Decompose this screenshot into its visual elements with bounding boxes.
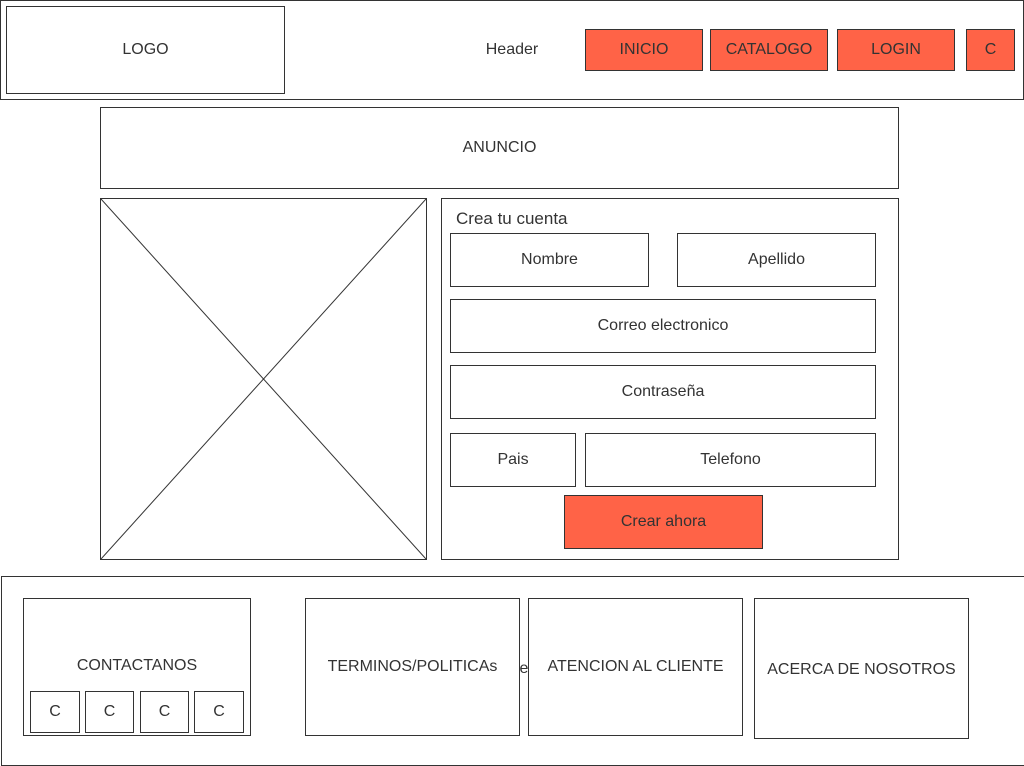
form-title: Crea tu cuenta <box>456 209 568 228</box>
image-placeholder <box>100 198 427 560</box>
last-name-field[interactable]: Apellido <box>677 233 876 287</box>
country-field[interactable]: Pais <box>450 433 576 487</box>
footer-contact-label[interactable]: CONTACTANOS <box>23 653 251 679</box>
phone-field[interactable]: Telefono <box>585 433 876 487</box>
ad-banner[interactable]: ANUNCIO <box>100 107 899 189</box>
nav-catalogo-button[interactable]: CATALOGO <box>710 29 828 71</box>
first-name-field[interactable]: Nombre <box>450 233 649 287</box>
nav-login-button[interactable]: LOGIN <box>837 29 955 71</box>
footer-terms[interactable]: TERMINOS/POLITICAs <box>305 598 520 736</box>
footer-support-label: ATENCION AL CLIENTE <box>547 658 724 675</box>
password-field[interactable]: Contraseña <box>450 365 876 419</box>
social-icon-2[interactable]: C <box>85 691 134 733</box>
nav-inicio-button[interactable]: INICIO <box>585 29 703 71</box>
logo[interactable]: LOGO <box>6 6 285 94</box>
image-placeholder-icon <box>101 199 426 559</box>
social-icon-3[interactable]: C <box>140 691 189 733</box>
footer-terms-label: TERMINOS/POLITICAs <box>327 658 498 675</box>
email-field[interactable]: Correo electronico <box>450 299 876 353</box>
create-account-button[interactable]: Crear ahora <box>564 495 763 549</box>
footer-about[interactable]: ACERCA DE NOSOTROS <box>754 598 969 739</box>
social-icon-1[interactable]: C <box>30 691 80 733</box>
footer-about-label: ACERCA DE NOSOTROS <box>767 661 956 678</box>
social-icon-4[interactable]: C <box>194 691 244 733</box>
nav-cart-button[interactable]: C <box>966 29 1015 71</box>
header-label: Header <box>485 41 539 58</box>
footer-support[interactable]: ATENCION AL CLIENTE <box>528 598 743 736</box>
